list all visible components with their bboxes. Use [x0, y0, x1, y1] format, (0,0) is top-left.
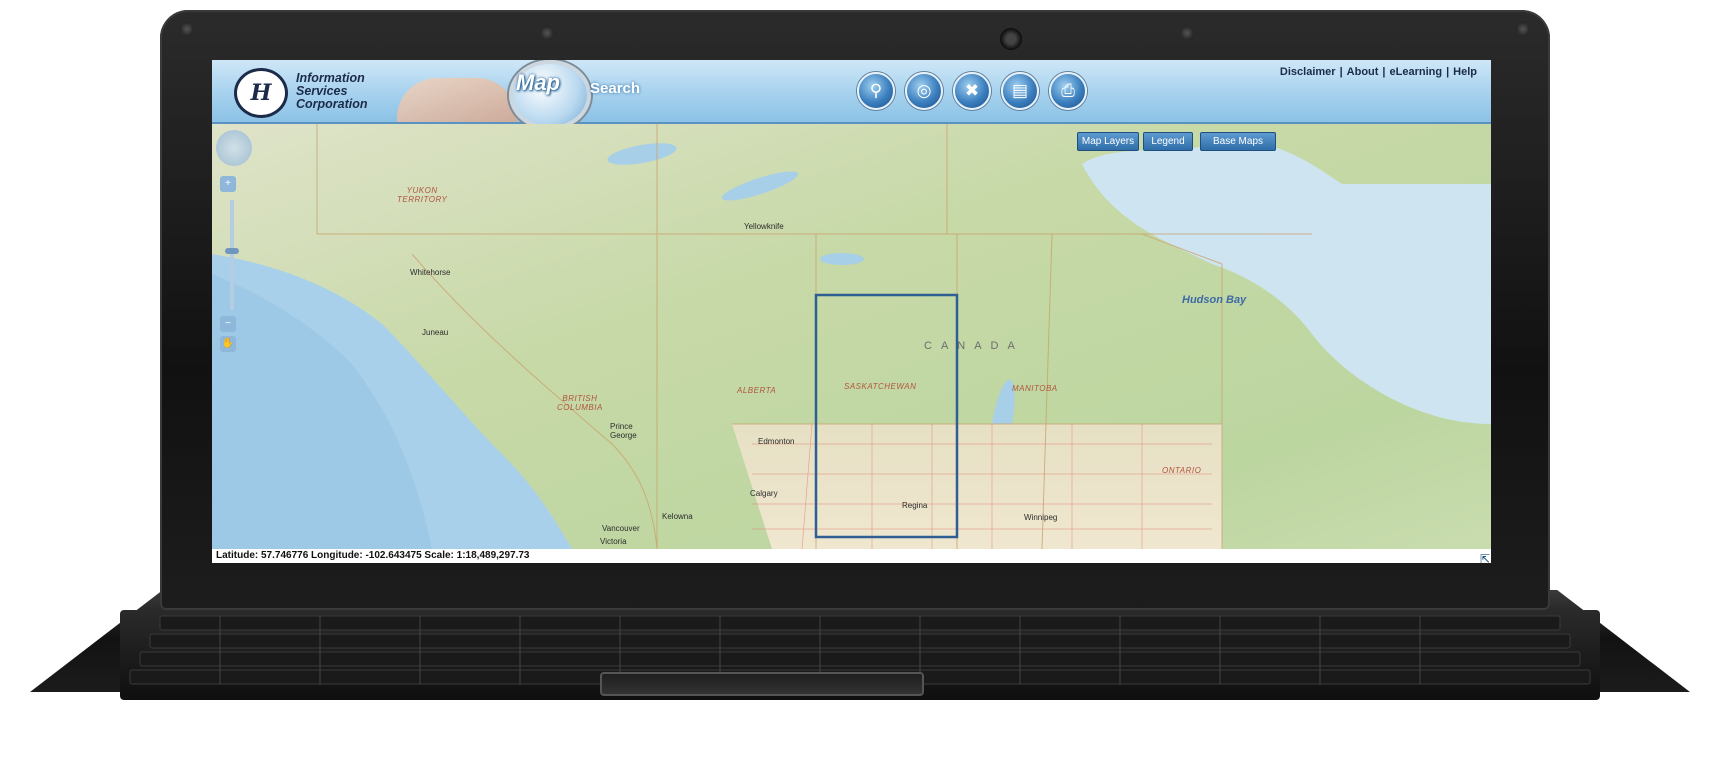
city-label-regina: Regina [902, 501, 928, 510]
print-tool-button[interactable]: ⎙ [1049, 72, 1087, 110]
top-links: Disclaimer | About | eLearning | Help [1280, 66, 1477, 78]
city-label-prince-george: Prince George [610, 422, 637, 440]
zoom-slider-handle[interactable] [225, 248, 239, 254]
link-separator: | [1446, 66, 1450, 78]
about-link[interactable]: About [1347, 66, 1379, 78]
city-label-juneau: Juneau [422, 328, 449, 337]
map-layers-button[interactable]: Map Layers [1077, 132, 1139, 151]
isc-logo[interactable]: H [234, 68, 288, 118]
coordinate-readout: Latitude: 57.746776 Longitude: -102.6434… [212, 549, 1491, 563]
city-label-victoria: Victoria [600, 537, 627, 546]
province-label-alberta: ALBERTA [737, 386, 777, 395]
measure-tool-button[interactable]: ◎ [905, 72, 943, 110]
province-label-saskatchewan: SASKATCHEWAN [844, 382, 917, 391]
city-label-kelowna: Kelowna [662, 512, 693, 521]
province-label-manitoba: MANITOBA [1012, 384, 1058, 393]
tools-tool-button[interactable]: ✖ [953, 72, 991, 110]
city-label-vancouver: Vancouver [602, 524, 640, 533]
province-label-bc: BRITISH COLUMBIA [557, 394, 603, 412]
elearning-link[interactable]: eLearning [1390, 66, 1443, 78]
toolbar: ⚲ ◎ ✖ ▤ ⎙ [857, 72, 1087, 110]
bookmark-tool-button[interactable]: ▤ [1001, 72, 1039, 110]
water-label-hudson-bay: Hudson Bay [1182, 294, 1247, 306]
webcam-icon [1000, 28, 1022, 50]
hand-pan-icon[interactable]: ✋ [220, 336, 236, 352]
printer-icon: ⎙ [1061, 81, 1075, 100]
zoom-slider[interactable] [230, 200, 234, 310]
magnifier-icon: ⚲ [869, 81, 883, 100]
link-separator: | [1339, 66, 1343, 78]
book-icon: ▤ [1011, 81, 1029, 100]
search-tool-button[interactable]: ⚲ [857, 72, 895, 110]
app-title-map: Map [516, 70, 560, 95]
app-header: H Information Services Corporation Map S… [212, 60, 1491, 130]
hand-graphic [397, 78, 517, 122]
wrench-icon: ✖ [964, 81, 980, 100]
screw-icon [1180, 26, 1194, 40]
province-label-yukon: YUKON TERRITORY [397, 186, 448, 204]
country-label: CANADA [924, 340, 1024, 352]
legend-button[interactable]: Legend [1143, 132, 1193, 151]
map-navigation: + − ✋ [216, 130, 252, 352]
city-label-yellowknife: Yellowknife [744, 222, 784, 231]
touchpad [600, 672, 924, 696]
screw-icon [180, 22, 194, 36]
zoom-out-icon[interactable]: − [220, 316, 236, 332]
city-label-winnipeg: Winnipeg [1024, 513, 1058, 522]
city-label-edmonton: Edmonton [758, 437, 795, 446]
map-canvas[interactable]: Hudson Bay CANADA YUKON TERRITORY BRITIS… [212, 124, 1491, 549]
disclaimer-link[interactable]: Disclaimer [1280, 66, 1336, 78]
base-maps-button[interactable]: Base Maps [1200, 132, 1276, 151]
screw-icon [1516, 22, 1530, 36]
browser-screen: H Information Services Corporation Map S… [212, 60, 1491, 563]
org-name: Information Services Corporation [296, 71, 368, 111]
help-link[interactable]: Help [1453, 66, 1477, 78]
compass-icon: ◎ [916, 81, 932, 100]
screw-icon [540, 26, 554, 40]
city-label-calgary: Calgary [750, 489, 778, 498]
link-separator: | [1382, 66, 1386, 78]
app-title-search: Search [590, 80, 641, 97]
zoom-in-icon[interactable]: + [220, 176, 236, 192]
expand-icon[interactable]: ⇱ [1480, 552, 1494, 566]
city-label-whitehorse: Whitehorse [410, 268, 451, 277]
pan-control-icon[interactable] [216, 130, 252, 166]
laptop-frame: H Information Services Corporation Map S… [0, 0, 1721, 770]
province-label-ontario: ONTARIO [1162, 466, 1202, 475]
